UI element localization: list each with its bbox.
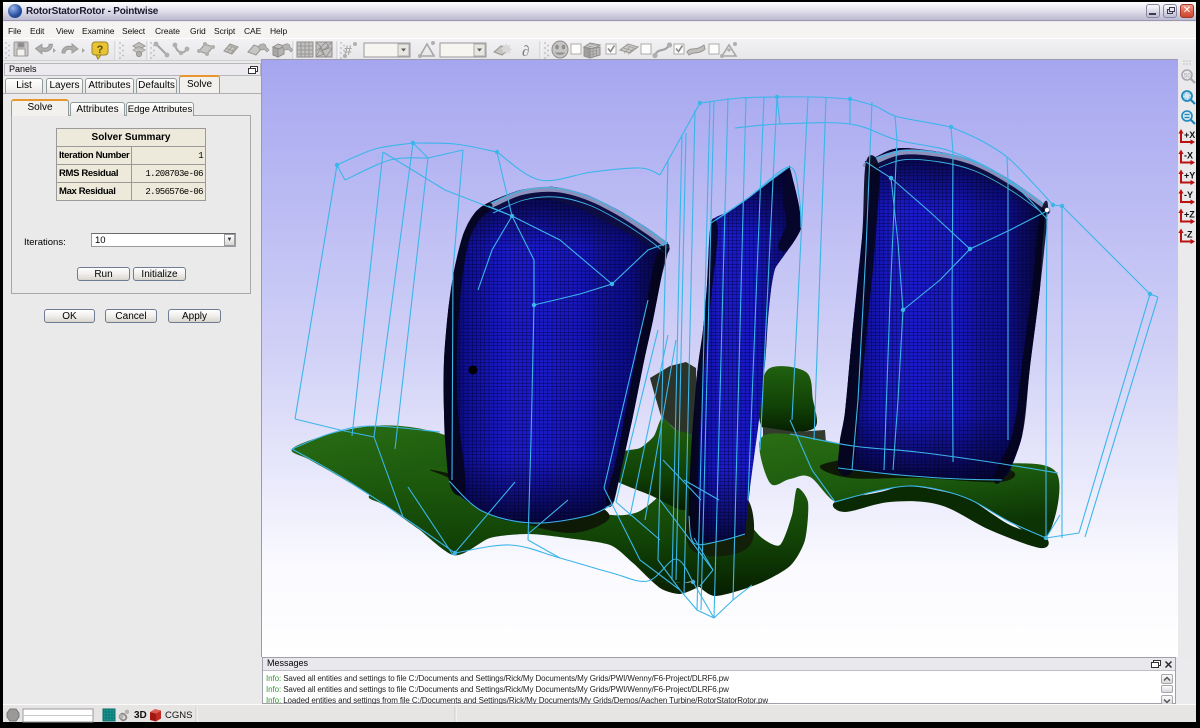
svg-text:-Y: -Y [1184,190,1193,200]
svg-text:∂: ∂ [522,44,529,60]
svg-text:+X: +X [1184,130,1195,140]
svg-text:50: 50 [1184,74,1191,80]
svg-text:3D: 3D [134,710,147,721]
svg-text:+Y: +Y [1184,171,1195,181]
svg-text:?: ? [97,44,104,56]
svg-text:CGNS: CGNS [165,710,192,721]
svg-text:-X: -X [1184,151,1193,161]
svg-text:+Z: +Z [1184,210,1195,220]
svg-text:-Z: -Z [1184,230,1193,240]
